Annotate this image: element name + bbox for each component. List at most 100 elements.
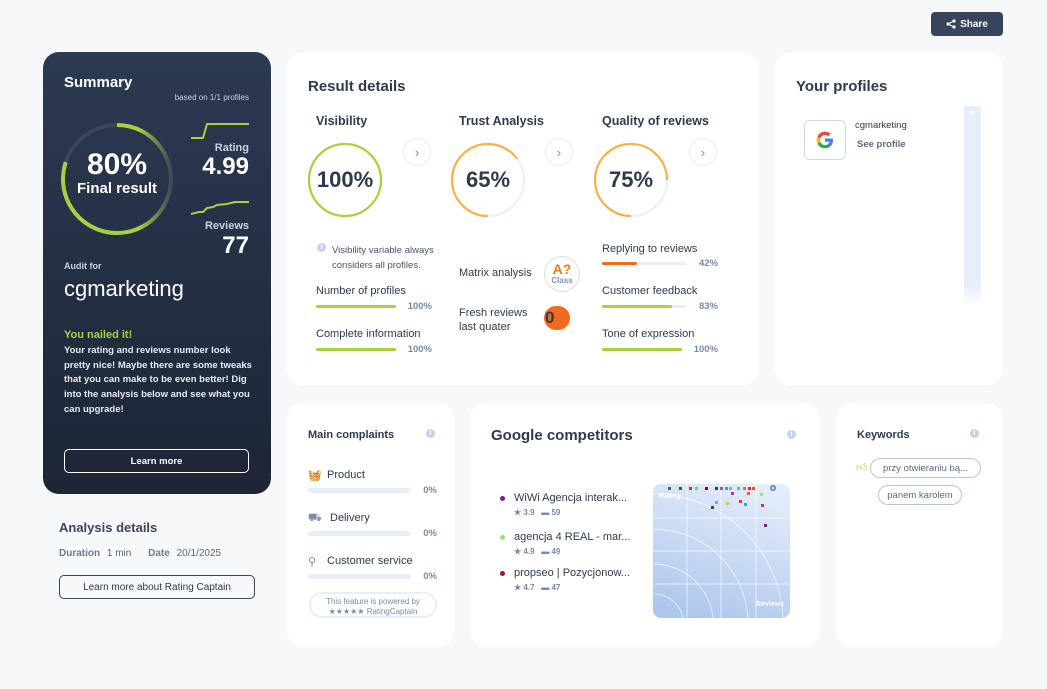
chevron-right-icon: ›	[414, 144, 420, 160]
quality-title: Quality of reviews	[602, 114, 709, 128]
visibility-value: 100%	[316, 167, 374, 192]
fresh-reviews-label: Fresh reviews last quater	[459, 306, 527, 334]
competitor-name: WiWi Agencja interak...	[514, 492, 628, 504]
replying-value: 42%	[698, 258, 718, 269]
final-label: Final result	[76, 180, 158, 197]
info-icon[interactable]: i	[970, 429, 979, 438]
complete-information-label: Complete information	[316, 328, 421, 340]
scroll-up-icon[interactable]: ▲	[964, 109, 981, 116]
customer-feedback-bar	[602, 305, 686, 308]
see-profile-link[interactable]: See profile	[857, 139, 906, 150]
customer-feedback-label: Customer feedback	[602, 285, 698, 297]
visibility-details-button[interactable]: ›	[403, 138, 431, 166]
star-icon: ★	[514, 508, 524, 517]
star-icon: ★	[514, 547, 524, 556]
class-badge[interactable]: A? Class	[544, 256, 580, 292]
competitor-stats: ★ 3.9 ▬ 59	[514, 508, 560, 517]
reviews-label: Reviews	[204, 220, 249, 232]
info-icon[interactable]: i	[426, 429, 435, 438]
tone-bar	[602, 348, 682, 351]
quality-gauge: 75%	[593, 142, 669, 218]
fresh-reviews-badge: 0	[544, 306, 570, 330]
class-letter: A?	[552, 261, 572, 277]
number-of-profiles-value: 100%	[407, 301, 432, 312]
chevron-right-icon: ›	[700, 144, 706, 160]
chevron-right-icon: ›	[556, 144, 562, 160]
matrix-points	[668, 485, 776, 527]
replying-label: Replying to reviews	[602, 243, 698, 255]
info-icon[interactable]: i	[787, 430, 796, 439]
fresh-reviews-line2: last quater	[459, 321, 511, 333]
complaint-product-bar	[308, 488, 411, 493]
powered-by-text: This feature is powered by	[326, 597, 420, 606]
complaint-service-label: Customer service	[327, 555, 413, 567]
fresh-reviews-value: 0	[545, 308, 555, 327]
result-details-title: Result details	[308, 78, 406, 95]
rating-sparkline	[191, 123, 249, 139]
final-result-gauge: 80% Final result	[60, 122, 174, 241]
matrix-rating-label: Rating	[659, 493, 681, 500]
duration-label: Duration	[59, 548, 101, 559]
company-name: cgmarketing	[64, 276, 184, 301]
google-profile-logo[interactable]	[804, 120, 846, 160]
trust-details-button[interactable]: ›	[545, 138, 573, 166]
profiles-scrollbar[interactable]: ▲	[964, 106, 981, 306]
competitor-name: agencja 4 REAL - mar...	[514, 531, 631, 543]
competitor-color-dot	[500, 535, 505, 540]
number-of-profiles-bar	[316, 305, 396, 308]
learn-more-button[interactable]: Learn more	[64, 449, 249, 473]
share-button[interactable]: Share	[931, 12, 1003, 36]
visibility-gauge: 100%	[307, 142, 383, 218]
summary-headline: You nailed it!	[64, 329, 133, 341]
profile-name: cgmarketing	[855, 120, 907, 131]
share-label: Share	[960, 18, 988, 30]
google-icon	[816, 131, 833, 149]
number-of-profiles-label: Number of profiles	[316, 285, 406, 297]
competitor-name: propseo | Pozycjonow...	[514, 567, 630, 579]
reviews-value: 77	[222, 232, 249, 259]
rating-value: 4.99	[202, 153, 249, 180]
class-label: Class	[551, 276, 573, 285]
person-icon: ⚲	[308, 556, 317, 568]
powered-by-badge[interactable]: This feature is powered by ★★★★★ RatingC…	[309, 592, 437, 618]
competitor-reviews: 59	[551, 508, 561, 517]
competitor-matrix: Rating Reviews	[653, 484, 790, 618]
learn-more-rating-captain-button[interactable]: Learn more about Rating Captain	[59, 575, 255, 599]
truck-icon: ⛟	[308, 512, 322, 524]
date-value: 20/1/2025	[176, 548, 222, 559]
competitor-rating: 3.9	[523, 508, 535, 517]
competitor-stats: ★ 4.9 ▬ 49	[514, 547, 560, 556]
complaint-product-label: Product	[327, 469, 365, 481]
summary-title: Summary	[64, 74, 133, 91]
quality-details-button[interactable]: ›	[689, 138, 717, 166]
visibility-note: Visibility variable always considers all…	[332, 245, 434, 271]
based-on-text: based on 1/1 profiles	[174, 93, 249, 102]
info-icon: i	[317, 243, 326, 252]
complaints-title: Main complaints	[308, 429, 395, 441]
profiles-title: Your profiles	[796, 78, 888, 95]
trust-value: 65%	[465, 167, 511, 192]
complaint-service-value: 0%	[423, 571, 437, 582]
quality-value: 75%	[608, 167, 654, 192]
competitor-stats: ★ 4.7 ▬ 47	[514, 583, 560, 592]
tone-value: 100%	[693, 344, 718, 355]
replying-bar	[602, 262, 686, 265]
thumbs-up-icon: 👍︎	[856, 462, 868, 474]
complete-information-value: 100%	[407, 344, 432, 355]
fresh-reviews-line1: Fresh reviews	[459, 307, 528, 319]
complaint-product-value: 0%	[423, 485, 437, 496]
complete-information-bar	[316, 348, 396, 351]
summary-message: Your rating and reviews number look pret…	[64, 345, 252, 415]
trust-gauge: 65%	[450, 142, 526, 218]
competitor-color-dot	[500, 571, 505, 576]
analysis-details-title: Analysis details	[59, 520, 158, 535]
keyword-chip[interactable]: panem karolem	[878, 485, 962, 505]
complaint-service-bar	[308, 574, 411, 579]
keywords-title: Keywords	[857, 429, 910, 441]
summary-card: Summary based on 1/1 profiles 80% Final …	[43, 52, 271, 494]
keyword-chip[interactable]: przy otwieraniu bą...	[870, 458, 981, 478]
complaint-delivery-value: 0%	[423, 528, 437, 539]
duration-value: 1 min	[106, 548, 132, 559]
competitor-rating: 4.7	[523, 583, 535, 592]
complaint-delivery-bar	[308, 531, 411, 536]
